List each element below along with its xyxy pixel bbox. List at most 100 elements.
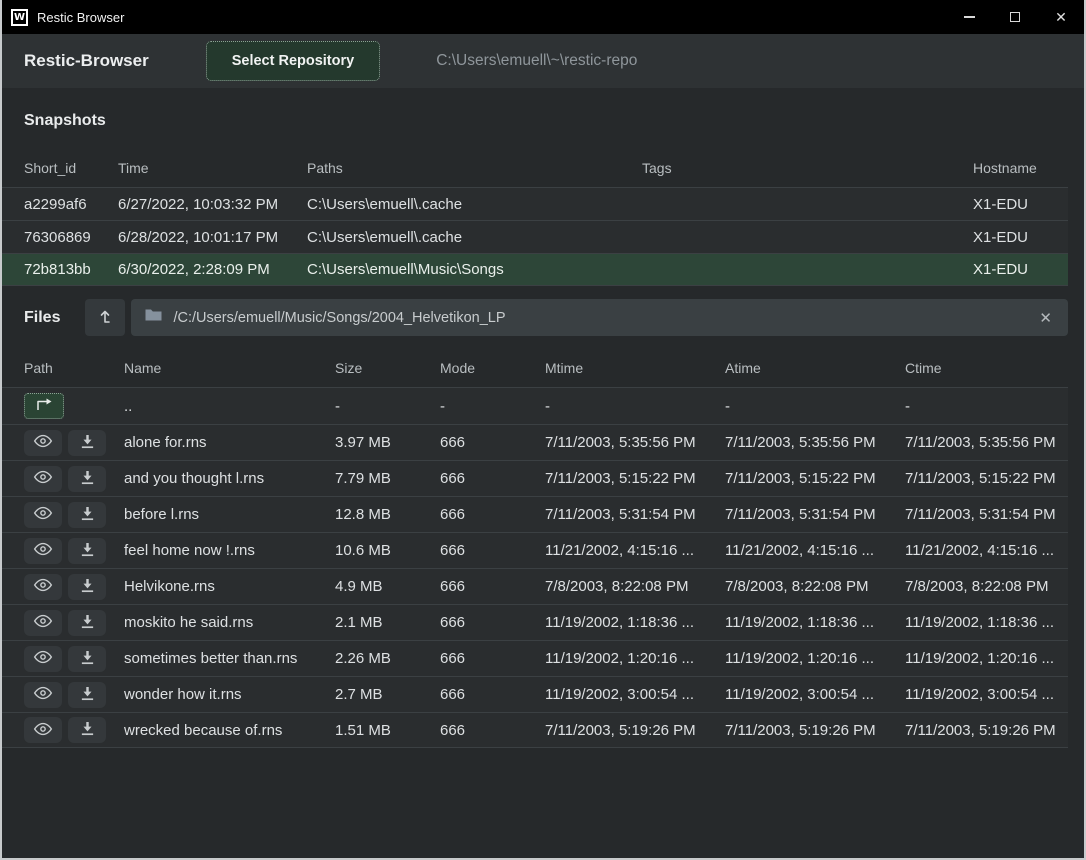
- snapshot-short-id: 72b813bb: [24, 261, 118, 278]
- file-ctime: 11/21/2002, 4:15:16 ...: [905, 542, 1068, 559]
- parent-directory-row: .. - - - - -: [2, 387, 1068, 424]
- file-mtime: 11/19/2002, 1:18:36 ...: [545, 614, 725, 631]
- repository-path-text: C:\Users\emuell\~\restic-repo: [436, 52, 637, 70]
- toolbar: Restic-Browser Select Repository C:\User…: [2, 34, 1084, 88]
- app-icon: W: [11, 9, 28, 26]
- file-row: moskito he said.rns 2.1 MB 666 11/19/200…: [2, 604, 1068, 640]
- file-size: 7.79 MB: [335, 470, 440, 487]
- eye-icon: [33, 614, 53, 631]
- files-table-header: Path Name Size Mode Mtime Atime Ctime: [2, 349, 1068, 387]
- files-heading: Files: [24, 309, 60, 327]
- download-file-button[interactable]: [68, 646, 106, 672]
- view-file-button[interactable]: [24, 682, 62, 708]
- maximize-button[interactable]: [992, 0, 1038, 34]
- view-file-button[interactable]: [24, 610, 62, 636]
- file-mode: 666: [440, 722, 545, 739]
- download-icon: [80, 686, 95, 704]
- file-row: before l.rns 12.8 MB 666 7/11/2003, 5:31…: [2, 496, 1068, 532]
- eye-icon: [33, 542, 53, 559]
- current-path-input[interactable]: /C:/Users/emuell/Music/Songs/2004_Helvet…: [131, 299, 1068, 336]
- parent-row-mtime: -: [545, 398, 725, 415]
- eye-icon: [33, 506, 53, 523]
- file-mtime: 7/11/2003, 5:35:56 PM: [545, 434, 725, 451]
- select-repository-button[interactable]: Select Repository: [206, 41, 381, 81]
- open-parent-directory-button[interactable]: [24, 393, 64, 419]
- eye-icon: [33, 434, 53, 451]
- parent-row-size: -: [335, 398, 440, 415]
- column-header-path: Path: [24, 360, 124, 376]
- file-mode: 666: [440, 470, 545, 487]
- files-table-body: alone for.rns 3.97 MB 666 7/11/2003, 5:3…: [2, 424, 1068, 748]
- view-file-button[interactable]: [24, 538, 62, 564]
- parent-row-name: ..: [124, 398, 335, 415]
- file-name: alone for.rns: [124, 434, 335, 451]
- download-icon: [80, 470, 95, 488]
- snapshot-row[interactable]: 72b813bb 6/30/2022, 2:28:09 PM C:\Users\…: [2, 253, 1068, 286]
- file-name: and you thought l.rns: [124, 470, 335, 487]
- file-ctime: 7/11/2003, 5:19:26 PM: [905, 722, 1068, 739]
- snapshots-table: Short_id Time Paths Tags Hostname a2299a…: [2, 149, 1068, 286]
- file-mtime: 7/11/2003, 5:19:26 PM: [545, 722, 725, 739]
- eye-icon: [33, 578, 53, 595]
- download-icon: [80, 721, 95, 739]
- download-file-button[interactable]: [68, 466, 106, 492]
- go-to-root-button[interactable]: [85, 299, 125, 336]
- snapshot-paths: C:\Users\emuell\Music\Songs: [307, 261, 642, 278]
- snapshot-short-id: a2299af6: [24, 196, 118, 213]
- view-file-button[interactable]: [24, 466, 62, 492]
- view-file-button[interactable]: [24, 430, 62, 456]
- column-header-tags: Tags: [642, 160, 973, 176]
- download-file-button[interactable]: [68, 502, 106, 528]
- view-file-button[interactable]: [24, 574, 62, 600]
- parent-row-mode: -: [440, 398, 545, 415]
- file-atime: 7/11/2003, 5:19:26 PM: [725, 722, 905, 739]
- column-header-time: Time: [118, 160, 307, 176]
- snapshot-row[interactable]: a2299af6 6/27/2022, 10:03:32 PM C:\Users…: [2, 187, 1068, 220]
- view-file-button[interactable]: [24, 646, 62, 672]
- file-atime: 11/21/2002, 4:15:16 ...: [725, 542, 905, 559]
- column-header-mode: Mode: [440, 360, 545, 376]
- file-name: before l.rns: [124, 506, 335, 523]
- view-file-button[interactable]: [24, 502, 62, 528]
- file-mtime: 7/11/2003, 5:15:22 PM: [545, 470, 725, 487]
- snapshot-time: 6/30/2022, 2:28:09 PM: [118, 261, 307, 278]
- download-file-button[interactable]: [68, 538, 106, 564]
- file-mode: 666: [440, 506, 545, 523]
- download-file-button[interactable]: [68, 682, 106, 708]
- file-name: feel home now !.rns: [124, 542, 335, 559]
- view-file-button[interactable]: [24, 717, 62, 743]
- file-mtime: 11/19/2002, 3:00:54 ...: [545, 686, 725, 703]
- close-button[interactable]: ✕: [1038, 0, 1084, 34]
- file-ctime: 7/8/2003, 8:22:08 PM: [905, 578, 1068, 595]
- clear-path-button[interactable]: ✕: [1037, 309, 1054, 327]
- titlebar: W Restic Browser ✕: [2, 0, 1084, 34]
- column-header-name: Name: [124, 360, 335, 376]
- minimize-icon: [964, 16, 975, 18]
- file-size: 12.8 MB: [335, 506, 440, 523]
- snapshots-table-body: a2299af6 6/27/2022, 10:03:32 PM C:\Users…: [2, 187, 1068, 286]
- download-file-button[interactable]: [68, 610, 106, 636]
- minimize-button[interactable]: [946, 0, 992, 34]
- snapshot-paths: C:\Users\emuell\.cache: [307, 229, 642, 246]
- file-atime: 11/19/2002, 1:18:36 ...: [725, 614, 905, 631]
- download-file-button[interactable]: [68, 574, 106, 600]
- snapshot-hostname: X1-EDU: [973, 196, 1068, 213]
- current-path-value: /C:/Users/emuell/Music/Songs/2004_Helvet…: [173, 310, 1037, 326]
- file-mtime: 11/19/2002, 1:20:16 ...: [545, 650, 725, 667]
- file-size: 2.7 MB: [335, 686, 440, 703]
- download-icon: [80, 614, 95, 632]
- download-file-button[interactable]: [68, 430, 106, 456]
- parent-row-ctime: -: [905, 398, 1068, 415]
- file-size: 3.97 MB: [335, 434, 440, 451]
- file-mode: 666: [440, 542, 545, 559]
- column-header-short-id: Short_id: [24, 160, 118, 176]
- file-mode: 666: [440, 614, 545, 631]
- column-header-atime: Atime: [725, 360, 905, 376]
- file-row: wonder how it.rns 2.7 MB 666 11/19/2002,…: [2, 676, 1068, 712]
- file-row: alone for.rns 3.97 MB 666 7/11/2003, 5:3…: [2, 424, 1068, 460]
- snapshot-row[interactable]: 76306869 6/28/2022, 10:01:17 PM C:\Users…: [2, 220, 1068, 253]
- download-file-button[interactable]: [68, 717, 106, 743]
- up-arrow-icon: [98, 308, 112, 327]
- file-mode: 666: [440, 650, 545, 667]
- column-header-size: Size: [335, 360, 440, 376]
